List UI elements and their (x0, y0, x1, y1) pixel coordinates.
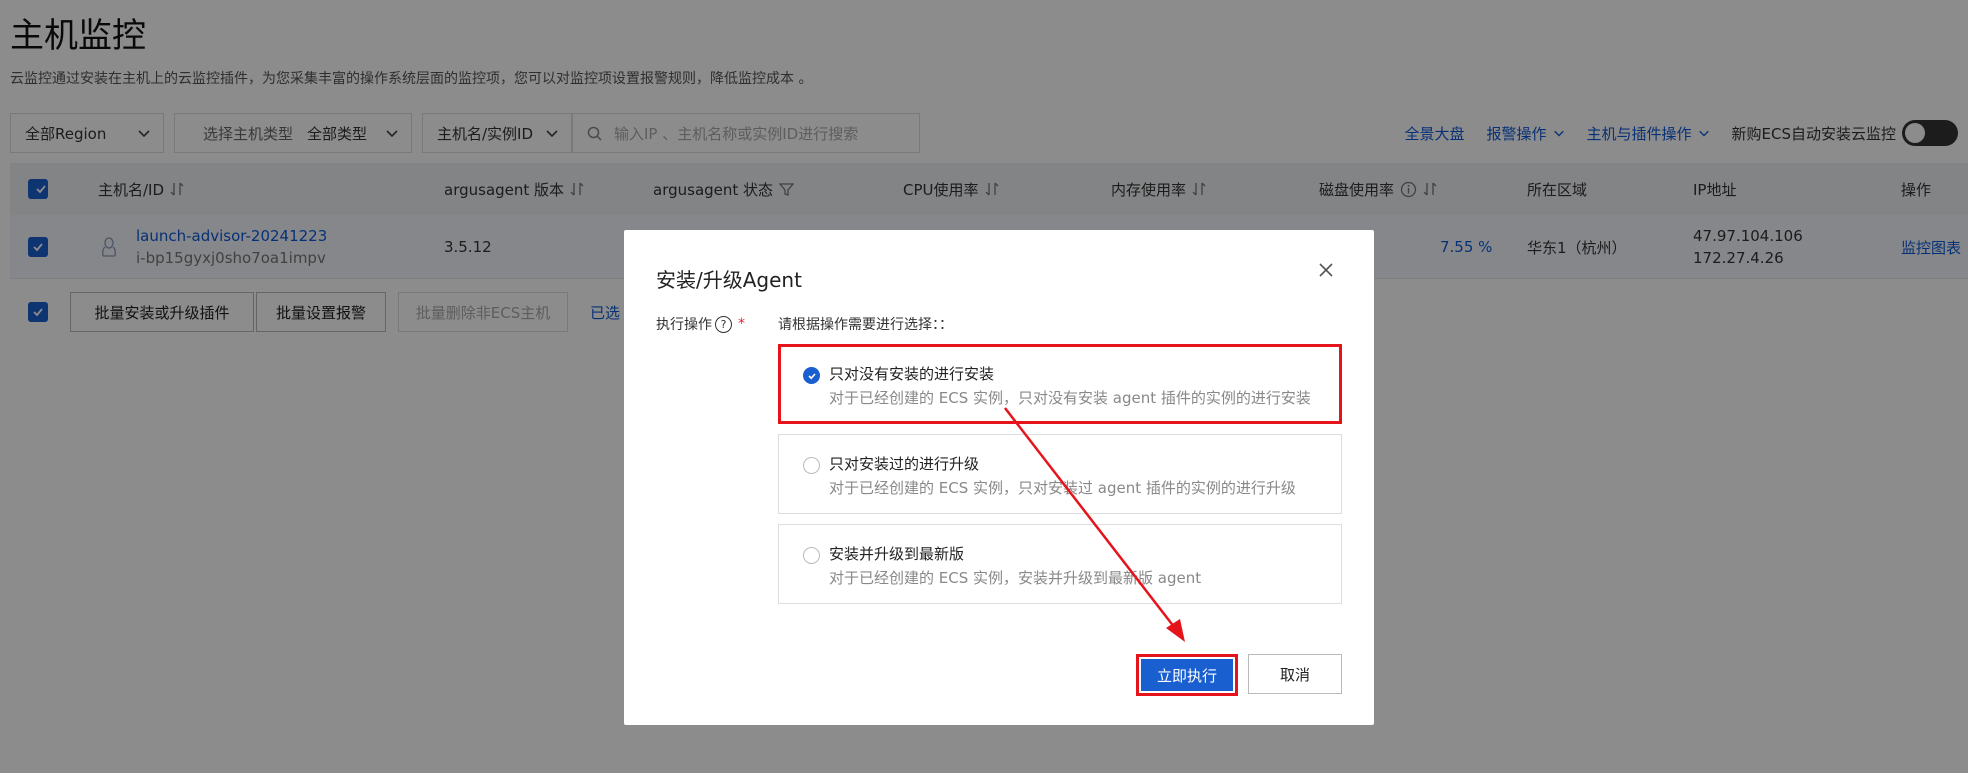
radio-checked-icon (803, 367, 820, 384)
option-title: 只对没有安装的进行安装 (829, 365, 995, 383)
execute-now-button[interactable]: 立即执行 (1141, 659, 1233, 691)
option-install-missing[interactable]: 只对没有安装的进行安装 对于已经创建的 ECS 实例，只对没有安装 agent … (778, 344, 1342, 424)
execute-operation-text: 执行操作 (656, 317, 712, 333)
option-install-upgrade-latest[interactable]: 安装并升级到最新版 对于已经创建的 ECS 实例，安装并升级到最新版 agent (778, 524, 1342, 604)
cancel-button[interactable]: 取消 (1248, 654, 1342, 694)
install-agent-dialog: 安装/升级Agent 执行操作 ? * 请根据操作需要进行选择：： 只对没有安装… (624, 230, 1374, 725)
radio-unchecked-icon (803, 547, 820, 564)
radio-unchecked-icon (803, 457, 820, 474)
help-icon[interactable]: ? (715, 315, 732, 333)
required-marker: * (738, 316, 745, 332)
option-title: 只对安装过的进行升级 (829, 455, 980, 473)
option-upgrade-installed[interactable]: 只对安装过的进行升级 对于已经创建的 ECS 实例，只对安装过 agent 插件… (778, 434, 1342, 514)
option-desc: 对于已经创建的 ECS 实例，只对没有安装 agent 插件的实例的进行安装 (829, 389, 1311, 407)
option-desc: 对于已经创建的 ECS 实例，只对安装过 agent 插件的实例的进行升级 (829, 479, 1296, 497)
close-icon[interactable] (1316, 260, 1336, 280)
option-desc: 对于已经创建的 ECS 实例，安装并升级到最新版 agent (829, 569, 1202, 587)
dialog-title: 安装/升级Agent (656, 268, 802, 292)
dialog-hint: 请根据操作需要进行选择：： (778, 317, 953, 333)
option-title: 安装并升级到最新版 (829, 545, 965, 563)
execute-operation-label: 执行操作 ? * (656, 314, 745, 334)
execute-highlight: 立即执行 (1136, 654, 1238, 696)
